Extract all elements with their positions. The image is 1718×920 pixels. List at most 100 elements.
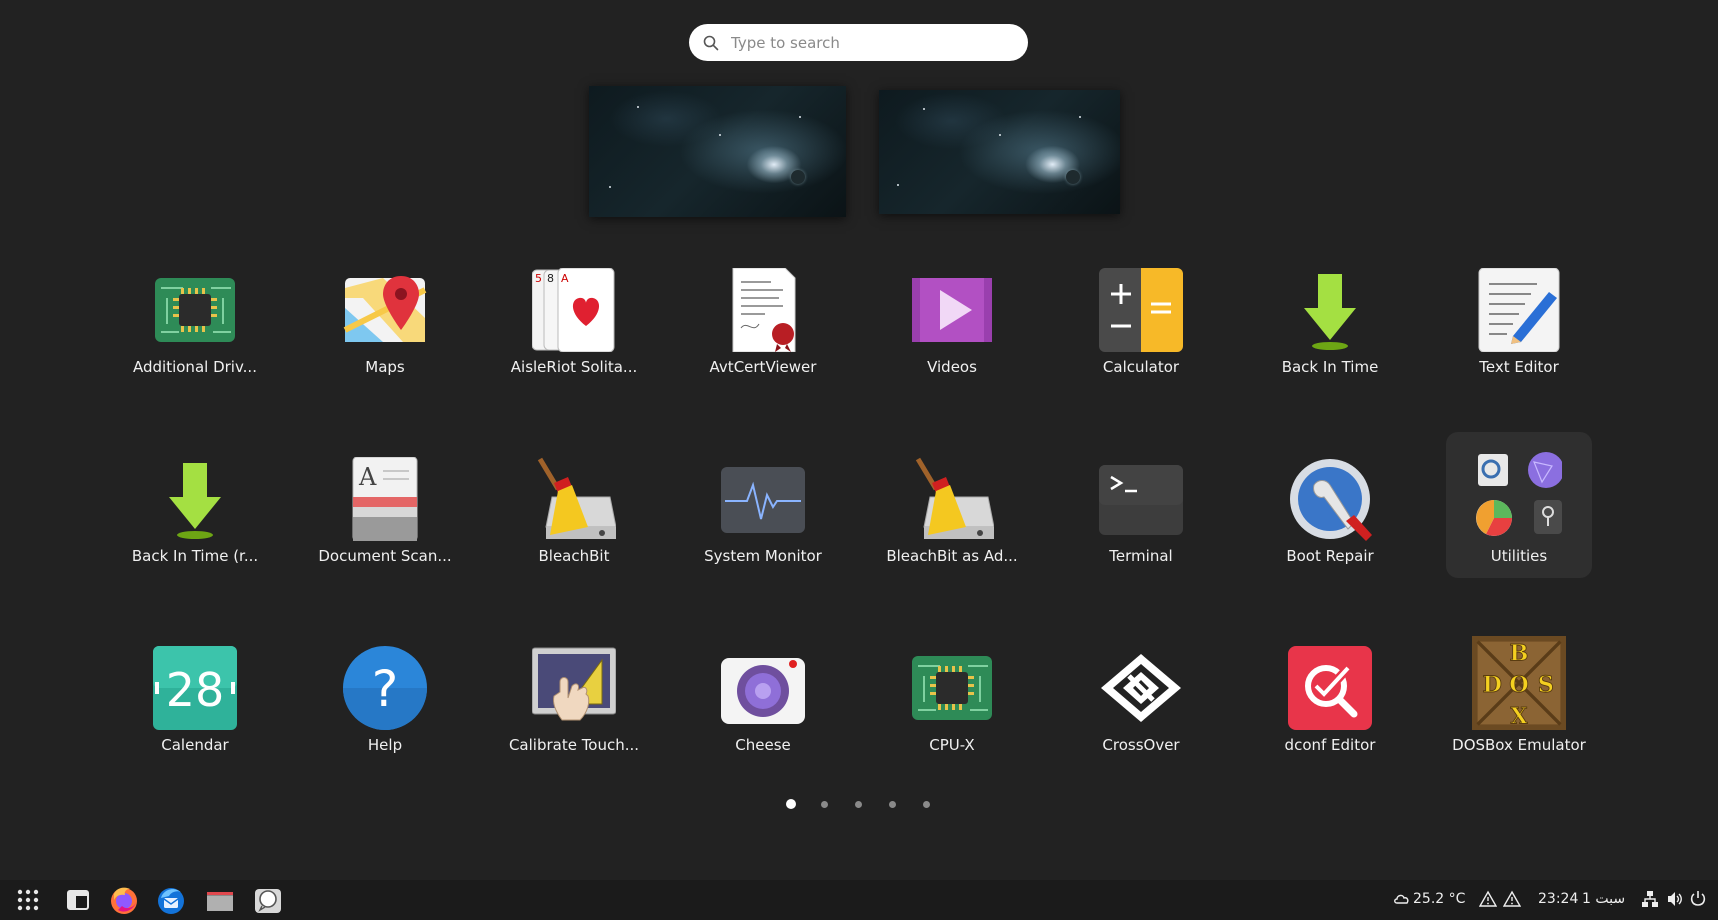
help-glyph: ? <box>372 660 399 718</box>
svg-text:A: A <box>561 272 569 285</box>
app-cpu-x[interactable]: CPU-X <box>879 636 1025 782</box>
svg-text:A: A <box>358 463 377 491</box>
broom-icon <box>537 457 616 539</box>
wrench-icon <box>1290 459 1372 541</box>
weather-temperature[interactable]: 25.2 °C <box>1413 891 1465 907</box>
app-label: CPU-X <box>929 736 975 754</box>
app-label: Text Editor <box>1479 358 1559 376</box>
video-play-icon <box>912 278 992 342</box>
dosbox-icon: B D O S X <box>1472 636 1566 730</box>
app-label: CrossOver <box>1102 736 1180 754</box>
search-icon <box>703 35 719 50</box>
app-dconf-editor[interactable]: dconf Editor <box>1257 636 1403 782</box>
app-videos[interactable]: Videos <box>879 258 1025 404</box>
app-label: Help <box>367 736 403 754</box>
map-icon <box>343 276 427 342</box>
app-cheese[interactable]: Cheese <box>690 636 836 782</box>
app-aisleriot-solitaire[interactable]: 5 8 A AisleRiot Solita... <box>501 258 647 404</box>
clock[interactable]: 23:24 <box>1538 891 1578 907</box>
date[interactable]: سبت 1 <box>1582 891 1625 907</box>
folder-utilities[interactable]: Utilities <box>1446 432 1592 578</box>
app-label: Calendar <box>161 736 229 754</box>
search-field[interactable] <box>689 24 1028 61</box>
page-indicator <box>0 798 1718 810</box>
dconf-icon <box>1288 646 1372 730</box>
app-additional-drivers[interactable]: Additional Driv... <box>122 258 268 404</box>
help-icon: ? <box>343 646 427 730</box>
chip-icon <box>912 656 992 720</box>
terminal-icon <box>1099 465 1183 535</box>
app-dosbox[interactable]: B D O S X DOSBox Emulator <box>1446 636 1592 782</box>
page-dot-5[interactable] <box>923 801 930 808</box>
scanner-icon: A <box>352 457 418 541</box>
workspace-thumbnail-1[interactable] <box>589 86 846 217</box>
app-bleachbit-admin[interactable]: BleachBit as Ad... <box>879 447 1025 593</box>
app-text-editor[interactable]: Text Editor <box>1446 258 1592 404</box>
search-input[interactable] <box>729 32 1003 53</box>
app-calendar[interactable]: 28 Calendar <box>122 636 268 782</box>
files-icon[interactable] <box>204 884 236 916</box>
app-label: Back In Time <box>1281 358 1379 376</box>
cards-icon: 5 8 A <box>532 268 615 352</box>
app-label: Calculator <box>1102 358 1180 376</box>
app-document-scanner[interactable]: A Document Scan... <box>312 447 458 593</box>
app-system-monitor[interactable]: System Monitor <box>690 447 836 593</box>
down-arrow-icon <box>169 463 221 539</box>
dosbox-letter: D <box>1482 672 1501 698</box>
app-label: Utilities <box>1490 547 1548 565</box>
calendar-day: 28 <box>166 663 225 717</box>
app-label: Calibrate Touch... <box>508 736 640 754</box>
chip-icon <box>155 278 235 342</box>
dosbox-letter: B <box>1510 641 1529 667</box>
certificate-icon <box>732 268 796 352</box>
power-icon[interactable] <box>1689 890 1707 908</box>
app-label: Boot Repair <box>1286 547 1374 565</box>
app-calibrate-touchscreen[interactable]: Calibrate Touch... <box>501 636 647 782</box>
app-label: BleachBit as Ad... <box>886 547 1018 565</box>
taskbar: 25.2 °C 23:24 سبت 1 <box>0 880 1718 920</box>
firefox-icon[interactable] <box>108 884 140 916</box>
text-editor-icon <box>1478 268 1560 352</box>
calendar-icon: 28 <box>153 646 237 730</box>
page-dot-1[interactable] <box>786 799 796 809</box>
network-icon[interactable] <box>1641 890 1659 908</box>
weather-icon[interactable] <box>1393 890 1411 908</box>
app-back-in-time[interactable]: Back In Time <box>1257 258 1403 404</box>
svg-text:8: 8 <box>547 272 554 285</box>
app-crossover[interactable]: CrossOver <box>1068 636 1214 782</box>
pulse-icon <box>721 467 805 533</box>
app-label: Additional Driv... <box>133 358 257 376</box>
app-calculator[interactable]: Calculator <box>1068 258 1214 404</box>
app-maps[interactable]: Maps <box>312 258 458 404</box>
app-label: Videos <box>927 358 977 376</box>
down-arrow-icon <box>1304 274 1356 350</box>
app-boot-repair[interactable]: Boot Repair <box>1257 447 1403 593</box>
warning-icon[interactable] <box>1479 890 1497 908</box>
crossover-icon <box>1101 654 1181 722</box>
volume-icon[interactable] <box>1666 890 1684 908</box>
dosbox-letter: O <box>1509 672 1529 698</box>
page-dot-3[interactable] <box>855 801 862 808</box>
workspace-thumbnail-2[interactable] <box>879 90 1120 214</box>
app-grid-icon[interactable] <box>12 884 44 916</box>
dosbox-letter: S <box>1538 672 1554 698</box>
page-dot-2[interactable] <box>821 801 828 808</box>
dosbox-letter: X <box>1510 703 1528 729</box>
folder-icon <box>1476 452 1562 536</box>
app-label: AisleRiot Solita... <box>510 358 638 376</box>
page-dot-4[interactable] <box>889 801 896 808</box>
app-help[interactable]: ? Help <box>312 636 458 782</box>
app-label: dconf Editor <box>1284 736 1376 754</box>
app-back-in-time-root[interactable]: Back In Time (r... <box>122 447 268 593</box>
warning-icon[interactable] <box>1503 890 1521 908</box>
workspaces-icon[interactable] <box>62 884 94 916</box>
app-label: System Monitor <box>704 547 822 565</box>
broom-icon <box>915 457 994 539</box>
app-label: Maps <box>365 358 405 376</box>
thunderbird-icon[interactable] <box>155 884 187 916</box>
app-terminal[interactable]: Terminal <box>1068 447 1214 593</box>
app-label: Document Scan... <box>318 547 452 565</box>
chat-icon[interactable] <box>252 884 284 916</box>
app-avtcertviewer[interactable]: AvtCertViewer <box>690 258 836 404</box>
app-bleachbit[interactable]: BleachBit <box>501 447 647 593</box>
